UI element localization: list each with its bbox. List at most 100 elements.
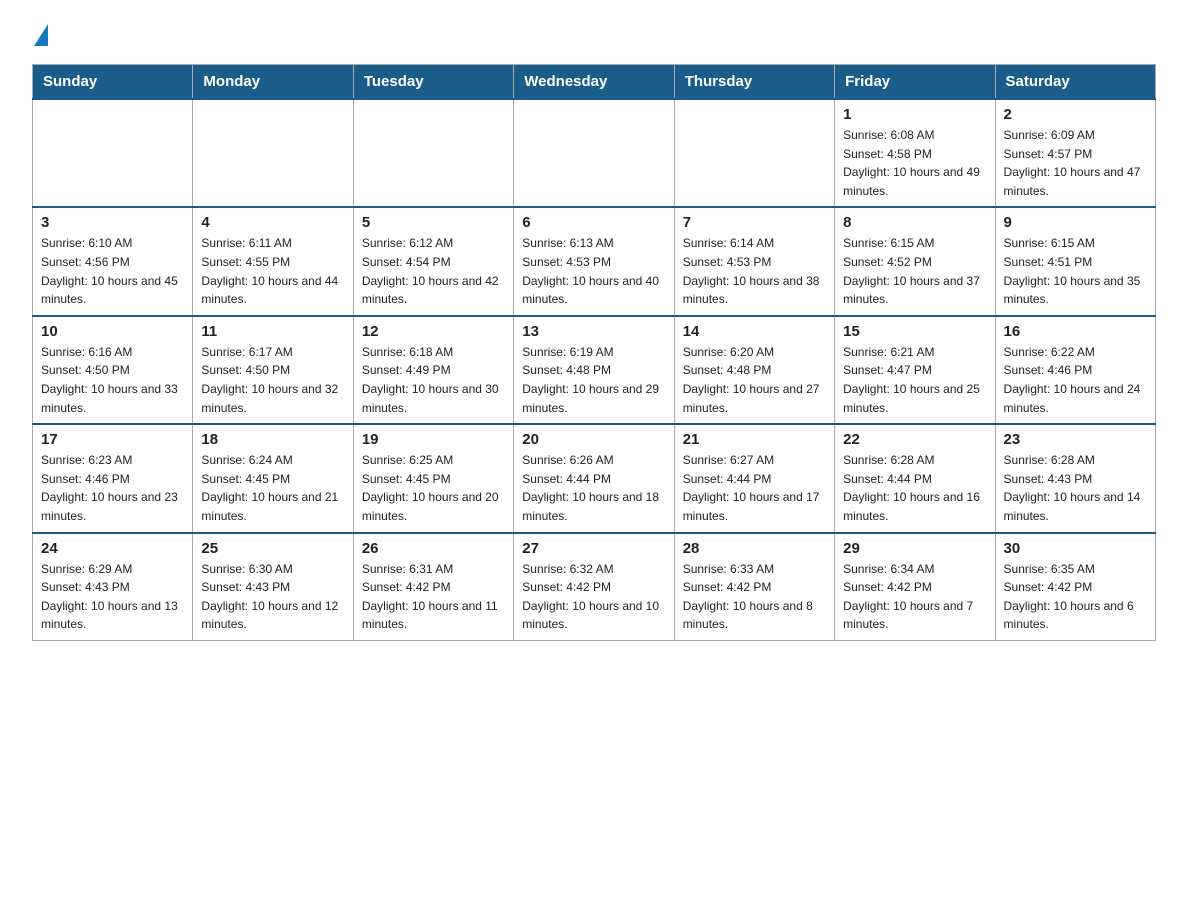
day-number: 2 [1004, 106, 1147, 123]
day-number: 28 [683, 540, 826, 557]
day-info: Sunrise: 6:10 AMSunset: 4:56 PMDaylight:… [41, 234, 184, 308]
day-info: Sunrise: 6:20 AMSunset: 4:48 PMDaylight:… [683, 343, 826, 417]
calendar-header-wednesday: Wednesday [514, 65, 674, 100]
week-row-1: 3 Sunrise: 6:10 AMSunset: 4:56 PMDaylight… [33, 207, 1156, 315]
day-info: Sunrise: 6:30 AMSunset: 4:43 PMDaylight:… [201, 560, 344, 634]
calendar-header-tuesday: Tuesday [353, 65, 513, 100]
day-number: 26 [362, 540, 505, 557]
calendar-header-row: SundayMondayTuesdayWednesdayThursdayFrid… [33, 65, 1156, 100]
day-info: Sunrise: 6:22 AMSunset: 4:46 PMDaylight:… [1004, 343, 1147, 417]
calendar-header-thursday: Thursday [674, 65, 834, 100]
day-info: Sunrise: 6:35 AMSunset: 4:42 PMDaylight:… [1004, 560, 1147, 634]
calendar-cell: 19 Sunrise: 6:25 AMSunset: 4:45 PMDayligh… [353, 424, 513, 532]
day-number: 30 [1004, 540, 1147, 557]
day-number: 29 [843, 540, 986, 557]
day-info: Sunrise: 6:18 AMSunset: 4:49 PMDaylight:… [362, 343, 505, 417]
day-number: 15 [843, 323, 986, 340]
calendar-cell: 4Sunrise: 6:11 AMSunset: 4:55 PMDaylight… [193, 207, 353, 315]
week-row-0: 1 Sunrise: 6:08 AMSunset: 4:58 PMDaylight… [33, 99, 1156, 207]
calendar-cell: 30 Sunrise: 6:35 AMSunset: 4:42 PMDayligh… [995, 533, 1155, 641]
week-row-2: 10 Sunrise: 6:16 AMSunset: 4:50 PMDayligh… [33, 316, 1156, 424]
day-info: Sunrise: 6:15 AMSunset: 4:52 PMDaylight:… [843, 234, 986, 308]
calendar-cell: 10 Sunrise: 6:16 AMSunset: 4:50 PMDayligh… [33, 316, 193, 424]
calendar-cell: 29 Sunrise: 6:34 AMSunset: 4:42 PMDayligh… [835, 533, 995, 641]
calendar-header-sunday: Sunday [33, 65, 193, 100]
calendar-cell: 21 Sunrise: 6:27 AMSunset: 4:44 PMDayligh… [674, 424, 834, 532]
calendar-cell [514, 99, 674, 207]
day-info: Sunrise: 6:17 AMSunset: 4:50 PMDaylight:… [201, 343, 344, 417]
calendar-cell: 12Sunrise: 6:18 AMSunset: 4:49 PMDayligh… [353, 316, 513, 424]
day-info: Sunrise: 6:12 AMSunset: 4:54 PMDaylight:… [362, 234, 505, 308]
day-number: 13 [522, 323, 665, 340]
calendar-cell: 5 Sunrise: 6:12 AMSunset: 4:54 PMDaylight… [353, 207, 513, 315]
calendar-cell: 16 Sunrise: 6:22 AMSunset: 4:46 PMDayligh… [995, 316, 1155, 424]
day-number: 11 [201, 323, 344, 340]
day-number: 4 [201, 214, 344, 231]
day-number: 8 [843, 214, 986, 231]
day-info: Sunrise: 6:31 AMSunset: 4:42 PMDaylight:… [362, 560, 505, 634]
day-info: Sunrise: 6:33 AMSunset: 4:42 PMDaylight:… [683, 560, 826, 634]
calendar-table: SundayMondayTuesdayWednesdayThursdayFrid… [32, 64, 1156, 641]
calendar-cell [193, 99, 353, 207]
day-info: Sunrise: 6:13 AMSunset: 4:53 PMDaylight:… [522, 234, 665, 308]
day-info: Sunrise: 6:08 AMSunset: 4:58 PMDaylight:… [843, 126, 986, 200]
day-info: Sunrise: 6:23 AMSunset: 4:46 PMDaylight:… [41, 451, 184, 525]
day-info: Sunrise: 6:29 AMSunset: 4:43 PMDaylight:… [41, 560, 184, 634]
day-info: Sunrise: 6:19 AMSunset: 4:48 PMDaylight:… [522, 343, 665, 417]
day-number: 25 [201, 540, 344, 557]
day-number: 5 [362, 214, 505, 231]
day-info: Sunrise: 6:09 AMSunset: 4:57 PMDaylight:… [1004, 126, 1147, 200]
day-info: Sunrise: 6:28 AMSunset: 4:43 PMDaylight:… [1004, 451, 1147, 525]
calendar-cell: 6 Sunrise: 6:13 AMSunset: 4:53 PMDaylight… [514, 207, 674, 315]
day-info: Sunrise: 6:21 AMSunset: 4:47 PMDaylight:… [843, 343, 986, 417]
calendar-cell [353, 99, 513, 207]
day-number: 16 [1004, 323, 1147, 340]
day-number: 27 [522, 540, 665, 557]
calendar-cell: 23 Sunrise: 6:28 AMSunset: 4:43 PMDayligh… [995, 424, 1155, 532]
day-info: Sunrise: 6:16 AMSunset: 4:50 PMDaylight:… [41, 343, 184, 417]
calendar-cell: 9Sunrise: 6:15 AMSunset: 4:51 PMDaylight… [995, 207, 1155, 315]
day-info: Sunrise: 6:34 AMSunset: 4:42 PMDaylight:… [843, 560, 986, 634]
day-number: 23 [1004, 431, 1147, 448]
day-info: Sunrise: 6:32 AMSunset: 4:42 PMDaylight:… [522, 560, 665, 634]
day-info: Sunrise: 6:14 AMSunset: 4:53 PMDaylight:… [683, 234, 826, 308]
logo-arrow-icon [34, 24, 48, 46]
calendar-cell: 27 Sunrise: 6:32 AMSunset: 4:42 PMDayligh… [514, 533, 674, 641]
calendar-cell: 17 Sunrise: 6:23 AMSunset: 4:46 PMDayligh… [33, 424, 193, 532]
day-number: 3 [41, 214, 184, 231]
day-number: 1 [843, 106, 986, 123]
day-number: 24 [41, 540, 184, 557]
calendar-cell: 14 Sunrise: 6:20 AMSunset: 4:48 PMDayligh… [674, 316, 834, 424]
day-number: 17 [41, 431, 184, 448]
calendar-cell [33, 99, 193, 207]
day-number: 9 [1004, 214, 1147, 231]
calendar-cell: 13 Sunrise: 6:19 AMSunset: 4:48 PMDayligh… [514, 316, 674, 424]
calendar-cell: 20Sunrise: 6:26 AMSunset: 4:44 PMDayligh… [514, 424, 674, 532]
page-header [32, 24, 1156, 46]
day-info: Sunrise: 6:27 AMSunset: 4:44 PMDaylight:… [683, 451, 826, 525]
calendar-cell: 25 Sunrise: 6:30 AMSunset: 4:43 PMDayligh… [193, 533, 353, 641]
day-info: Sunrise: 6:26 AMSunset: 4:44 PMDaylight:… [522, 451, 665, 525]
day-number: 19 [362, 431, 505, 448]
day-info: Sunrise: 6:24 AMSunset: 4:45 PMDaylight:… [201, 451, 344, 525]
day-number: 21 [683, 431, 826, 448]
calendar-header-monday: Monday [193, 65, 353, 100]
day-info: Sunrise: 6:28 AMSunset: 4:44 PMDaylight:… [843, 451, 986, 525]
week-row-3: 17 Sunrise: 6:23 AMSunset: 4:46 PMDayligh… [33, 424, 1156, 532]
calendar-cell: 1 Sunrise: 6:08 AMSunset: 4:58 PMDaylight… [835, 99, 995, 207]
day-number: 10 [41, 323, 184, 340]
calendar-header-friday: Friday [835, 65, 995, 100]
calendar-cell: 3 Sunrise: 6:10 AMSunset: 4:56 PMDaylight… [33, 207, 193, 315]
calendar-cell: 22 Sunrise: 6:28 AMSunset: 4:44 PMDayligh… [835, 424, 995, 532]
day-number: 6 [522, 214, 665, 231]
day-number: 14 [683, 323, 826, 340]
day-number: 22 [843, 431, 986, 448]
calendar-cell: 2 Sunrise: 6:09 AMSunset: 4:57 PMDaylight… [995, 99, 1155, 207]
calendar-header-saturday: Saturday [995, 65, 1155, 100]
calendar-cell: 26 Sunrise: 6:31 AMSunset: 4:42 PMDayligh… [353, 533, 513, 641]
calendar-cell [674, 99, 834, 207]
calendar-cell: 18Sunrise: 6:24 AMSunset: 4:45 PMDayligh… [193, 424, 353, 532]
week-row-4: 24 Sunrise: 6:29 AMSunset: 4:43 PMDayligh… [33, 533, 1156, 641]
logo [32, 24, 48, 46]
day-info: Sunrise: 6:25 AMSunset: 4:45 PMDaylight:… [362, 451, 505, 525]
